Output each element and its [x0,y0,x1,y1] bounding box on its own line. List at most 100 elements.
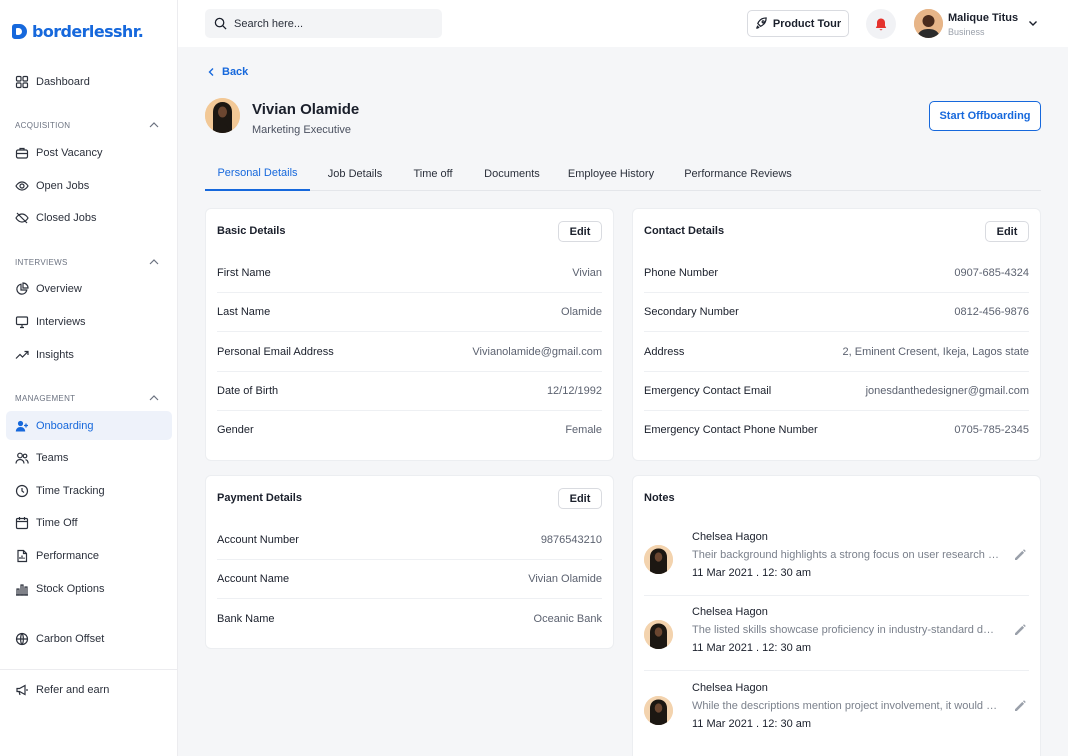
edit-contact-details-button[interactable]: Edit [985,221,1029,242]
note-item[interactable]: Chelsea Hagon While the descriptions men… [644,672,1029,747]
sidebar-item-teams[interactable]: Teams [6,443,172,472]
detail-row: Personal Email Address Vivianolamide@gmai… [217,332,602,371]
tab-documents[interactable]: Documents [473,157,551,191]
sidebar-item-label: Insights [36,348,74,361]
note-author: Chelsea Hagon [692,606,768,618]
sidebar-item-interviews[interactable]: Interviews [6,307,172,336]
pencil-icon[interactable] [1013,548,1027,562]
sidebar-item-refer[interactable]: Refer and earn [6,675,172,704]
sidebar-item-performance[interactable]: Performance [6,541,172,570]
sidebar-item-overview[interactable]: Overview [6,274,172,303]
employee-avatar [205,98,240,133]
tab-employee-history[interactable]: Employee History [561,157,661,191]
sidebar-item-label: Performance [36,549,99,562]
detail-label: Personal Email Address [217,345,334,358]
detail-label: Gender [217,423,254,436]
sidebar-item-label: Time Tracking [36,484,105,497]
note-item[interactable]: Chelsea Hagon Their background highlight… [644,521,1029,596]
tab-time-off[interactable]: Time off [403,157,463,191]
pencil-icon[interactable] [1013,623,1027,637]
sidebar-item-label: Dashboard [36,75,90,88]
sidebar-item-time-off[interactable]: Time Off [6,508,172,537]
person-silhouette-icon [644,620,673,649]
section-label: MANAGEMENT [15,393,76,403]
detail-row: Account Name Vivian Olamide [217,559,602,598]
detail-value: Olamide [561,305,602,318]
chevron-up-icon [149,259,159,265]
document-icon [17,549,28,562]
section-acquisition[interactable]: ACQUISITION [15,119,160,131]
logo-text: borderlesshr. [32,22,144,41]
detail-label: Secondary Number [644,305,739,318]
detail-row: Phone Number 0907-685-4324 [644,253,1029,292]
search-box[interactable] [205,9,442,38]
detail-label: Phone Number [644,266,718,279]
note-item[interactable]: Chelsea Hagon The listed skills showcase… [644,596,1029,671]
sidebar: borderlesshr. Dashboard ACQUISITION Post… [0,0,178,756]
tab-personal-details[interactable]: Personal Details [205,157,310,191]
sidebar-item-carbon-offset[interactable]: Carbon Offset [6,624,172,653]
detail-row: Bank Name Oceanic Bank [217,599,602,638]
chevron-down-icon[interactable] [1027,17,1039,29]
person-silhouette-icon [205,98,240,133]
user-avatar[interactable] [914,9,943,38]
sidebar-item-closed-jobs[interactable]: Closed Jobs [6,203,172,232]
detail-row: First Name Vivian [217,253,602,292]
detail-row: Last Name Olamide [217,292,602,331]
notifications-button[interactable] [866,9,896,39]
brand-logo[interactable]: borderlesshr. [12,22,144,41]
detail-row: Date of Birth 12/12/1992 [217,371,602,410]
back-link[interactable]: Back [207,66,248,78]
employee-name: Vivian Olamide [252,101,360,118]
globe-icon [15,632,29,645]
bar-chart-icon [16,583,28,596]
detail-value: 0907-685-4324 [954,266,1029,279]
detail-value: Vivian Olamide [528,572,602,585]
sidebar-item-dashboard[interactable]: Dashboard [6,67,172,96]
card-title: Payment Details [217,492,302,504]
edit-payment-details-button[interactable]: Edit [558,488,602,509]
notes-card: Notes Chelsea Hagon Their background hig… [632,475,1041,756]
briefcase-icon [15,147,29,159]
bell-icon [875,18,887,30]
detail-value: 0705-785-2345 [954,423,1029,436]
section-interviews[interactable]: INTERVIEWS [15,256,160,268]
detail-value: jonesdanthedesigner@gmail.com [865,384,1029,397]
detail-label: Bank Name [217,612,275,625]
detail-row: Secondary Number 0812-456-9876 [644,292,1029,331]
sidebar-item-insights[interactable]: Insights [6,340,172,369]
sidebar-divider [0,669,178,670]
calendar-icon [15,516,29,529]
note-date: 11 Mar 2021 . 12: 30 am [692,718,812,730]
detail-value: 12/12/1992 [546,384,602,397]
section-management[interactable]: MANAGEMENT [15,392,160,404]
note-text: While the descriptions mention project i… [692,700,1000,712]
sidebar-item-time-tracking[interactable]: Time Tracking [6,476,172,505]
trending-up-icon [15,350,29,359]
sidebar-item-post-vacancy[interactable]: Post Vacancy [6,138,172,167]
user-name[interactable]: Malique Titus [948,12,1018,24]
tab-job-details[interactable]: Job Details [316,157,394,191]
detail-value: Female [565,423,602,436]
start-offboarding-button[interactable]: Start Offboarding [929,101,1041,131]
note-date: 11 Mar 2021 . 12: 30 am [692,642,812,654]
note-author-avatar [644,620,673,649]
detail-row: Gender Female [217,410,602,449]
sidebar-item-open-jobs[interactable]: Open Jobs [6,171,172,200]
sidebar-item-stock-options[interactable]: Stock Options [6,574,172,603]
product-tour-button[interactable]: Product Tour [747,10,849,37]
payment-details-card: Payment Details Edit Account Number 98765… [205,475,614,649]
pencil-icon[interactable] [1013,699,1027,713]
detail-value: 9876543210 [540,533,602,546]
logo-mark-icon [12,24,27,39]
sidebar-item-label: Closed Jobs [36,211,97,224]
tab-performance-reviews[interactable]: Performance Reviews [677,157,799,191]
person-silhouette-icon [644,545,673,574]
chevron-up-icon [149,122,159,128]
note-author-avatar [644,545,673,574]
sidebar-item-onboarding[interactable]: Onboarding [6,411,172,440]
search-input[interactable] [234,17,414,30]
basic-details-card: Basic Details Edit First Name Vivian Last… [205,208,614,461]
users-icon [15,452,29,464]
edit-basic-details-button[interactable]: Edit [558,221,602,242]
